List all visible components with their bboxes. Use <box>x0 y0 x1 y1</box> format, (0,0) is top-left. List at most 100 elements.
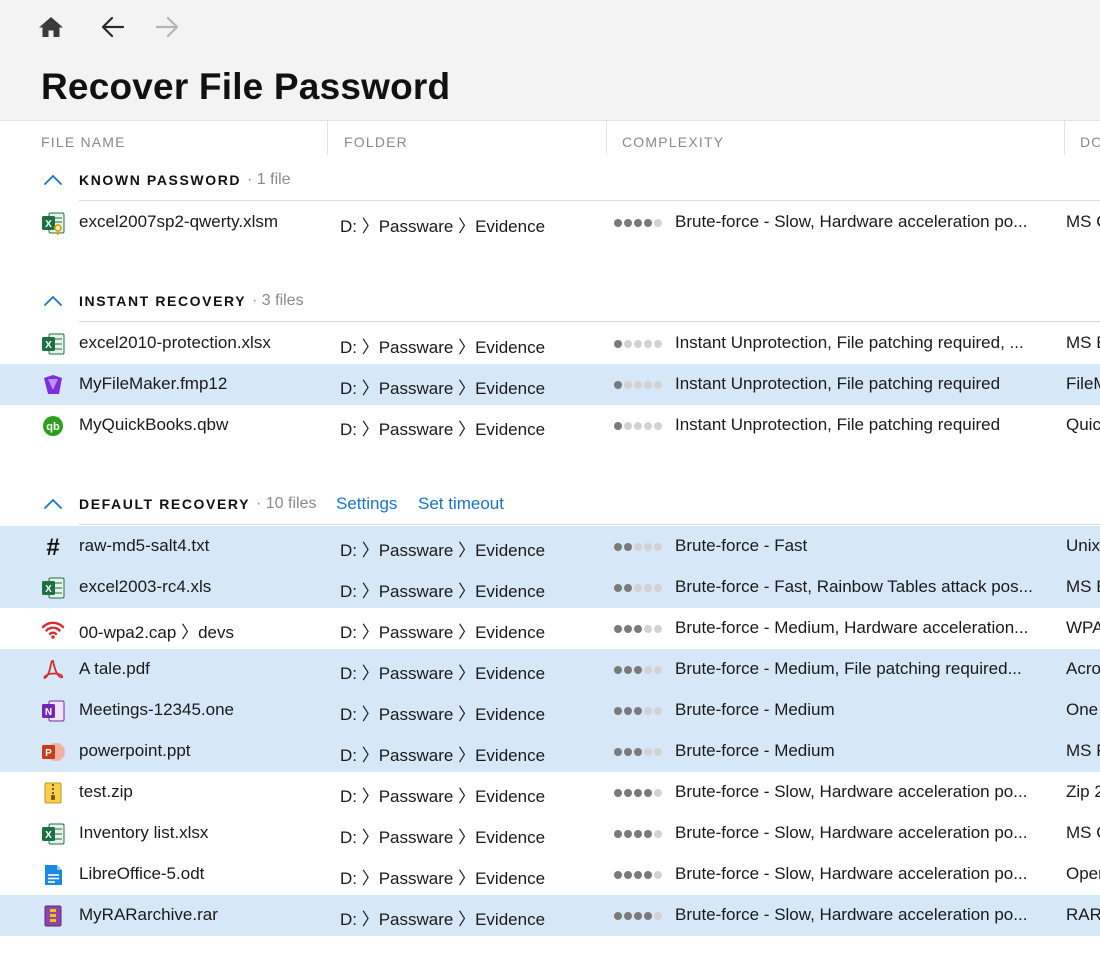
complexity-indicator <box>614 830 662 838</box>
file-name: excel2010-protection.xlsx <box>79 333 271 352</box>
group-header-default-recovery: DEFAULT RECOVERY · 10 files Settings Set ti… <box>0 485 1100 525</box>
complexity-dot <box>624 543 632 551</box>
home-button[interactable] <box>31 8 71 46</box>
column-divider[interactable] <box>327 121 328 155</box>
column-file-name[interactable]: FILE NAME <box>41 134 126 150</box>
file-row[interactable]: LibreOffice-5.odt D: 〉Passware 〉Evidence B… <box>0 854 1100 895</box>
complexity-dot <box>654 912 662 920</box>
file-row[interactable]: N Meetings-12345.one D: 〉Passware 〉Evidenc… <box>0 690 1100 731</box>
complexity-dot <box>634 666 642 674</box>
column-complexity[interactable]: COMPLEXITY <box>622 134 724 150</box>
file-row[interactable]: 00-wpa2.cap 〉devs D: 〉Passware 〉Evidence B… <box>0 608 1100 649</box>
file-name: MyFileMaker.fmp12 <box>79 374 228 393</box>
complexity-dot <box>654 666 662 674</box>
document-type: MS E <box>1066 333 1100 352</box>
complexity-text: Brute-force - Slow, Hardware acceleratio… <box>675 212 1028 231</box>
folder-path: D: 〉Passware 〉Evidence <box>340 787 546 806</box>
complexity-text: Instant Unprotection, File patching requ… <box>675 415 1001 434</box>
svg-text:X: X <box>45 584 52 595</box>
document-type: Acro <box>1066 659 1100 678</box>
complexity-dot <box>634 871 642 879</box>
filemaker-icon <box>44 375 62 394</box>
complexity-dot <box>614 666 622 674</box>
group-count: · 3 files <box>252 292 304 309</box>
document-type: Zip 2 <box>1066 782 1100 801</box>
complexity-dot <box>644 543 652 551</box>
file-row[interactable]: qb MyQuickBooks.qbw D: 〉Passware 〉Evidence… <box>0 405 1100 446</box>
file-name: test.zip <box>79 782 133 801</box>
excel-icon: X <box>42 823 65 845</box>
file-row[interactable]: A tale.pdf D: 〉Passware 〉Evidence Brute-fo… <box>0 649 1100 690</box>
complexity-dot <box>614 422 622 430</box>
column-divider[interactable] <box>1064 121 1065 155</box>
complexity-dot <box>624 707 632 715</box>
complexity-dot <box>634 381 642 389</box>
file-row[interactable]: Xexcel2003-rc4.xls D: 〉Passware 〉Evidence… <box>0 567 1100 608</box>
file-name: Inventory list.xlsx <box>79 823 209 842</box>
complexity-dot <box>644 340 652 348</box>
arrow-left-icon <box>101 16 125 38</box>
complexity-dot <box>614 748 622 756</box>
folder-path: D: 〉Passware 〉Evidence <box>340 541 546 560</box>
complexity-dot <box>644 830 652 838</box>
complexity-dot <box>614 625 622 633</box>
complexity-dot <box>654 871 662 879</box>
column-divider[interactable] <box>606 121 607 155</box>
file-row[interactable]: Xexcel2007sp2-qwerty.xlsm D: 〉Passware 〉E… <box>0 202 1100 243</box>
file-row[interactable]: # raw-md5-salt4.txt D: 〉Passware 〉Evidence… <box>0 526 1100 567</box>
file-row[interactable]: MyRARarchive.rar D: 〉Passware 〉Evidence Br… <box>0 895 1100 936</box>
document-type: Quic <box>1066 415 1100 434</box>
complexity-dot <box>614 381 622 389</box>
chevron-up-icon[interactable] <box>43 497 63 511</box>
complexity-dot <box>644 748 652 756</box>
onenote-icon: N <box>42 700 65 722</box>
complexity-dot <box>624 748 632 756</box>
folder-path: D: 〉Passware 〉Evidence <box>340 217 546 236</box>
column-document-type[interactable]: DO <box>1080 134 1100 150</box>
svg-text:#: # <box>46 535 59 559</box>
complexity-text: Instant Unprotection, File patching requ… <box>675 333 1024 352</box>
complexity-dot <box>654 789 662 797</box>
folder-path: D: 〉Passware 〉Evidence <box>340 705 546 724</box>
complexity-dot <box>644 912 652 920</box>
document-type: FileM <box>1066 374 1100 393</box>
complexity-dot <box>614 830 622 838</box>
svg-text:X: X <box>45 340 52 351</box>
complexity-dot <box>614 789 622 797</box>
complexity-dot <box>654 219 662 227</box>
complexity-dot <box>654 422 662 430</box>
back-button[interactable] <box>93 8 133 46</box>
file-row[interactable]: X Inventory list.xlsx D: 〉Passware 〉Eviden… <box>0 813 1100 854</box>
complexity-text: Brute-force - Slow, Hardware acceleratio… <box>675 864 1028 883</box>
complexity-indicator <box>614 381 662 389</box>
hash-icon: # <box>46 535 59 559</box>
folder-path: D: 〉Passware 〉Evidence <box>340 379 546 398</box>
column-folder[interactable]: FOLDER <box>344 134 408 150</box>
complexity-dot <box>624 381 632 389</box>
complexity-dot <box>644 422 652 430</box>
set-timeout-link[interactable]: Set timeout <box>418 494 504 514</box>
svg-text:N: N <box>45 707 52 718</box>
chevron-up-icon[interactable] <box>43 294 63 308</box>
group-divider <box>79 200 1100 201</box>
document-type: Oper <box>1066 864 1100 883</box>
file-row[interactable]: test.zip D: 〉Passware 〉Evidence Brute-forc… <box>0 772 1100 813</box>
complexity-dot <box>654 707 662 715</box>
forward-button[interactable] <box>147 8 187 46</box>
file-row[interactable]: Ppowerpoint.ppt D: 〉Passware 〉Evidence Bru… <box>0 731 1100 772</box>
complexity-indicator <box>614 625 662 633</box>
chevron-up-icon[interactable] <box>43 173 63 187</box>
file-name: raw-md5-salt4.txt <box>79 536 210 555</box>
document-type: MS P <box>1066 741 1100 760</box>
complexity-indicator <box>614 666 662 674</box>
complexity-indicator <box>614 422 662 430</box>
file-row[interactable]: Xexcel2010-protection.xlsx D: 〉Passware 〉… <box>0 323 1100 364</box>
excel-icon: X <box>42 577 65 599</box>
settings-link[interactable]: Settings <box>336 494 397 514</box>
complexity-text: Brute-force - Fast <box>675 536 808 555</box>
complexity-dot <box>644 707 652 715</box>
file-name: excel2007sp2-qwerty.xlsm <box>79 212 279 231</box>
complexity-dot <box>634 219 642 227</box>
libreoffice-icon <box>45 865 62 885</box>
file-row[interactable]: MyFileMaker.fmp12 D: 〉Passware 〉Evidence I… <box>0 364 1100 405</box>
